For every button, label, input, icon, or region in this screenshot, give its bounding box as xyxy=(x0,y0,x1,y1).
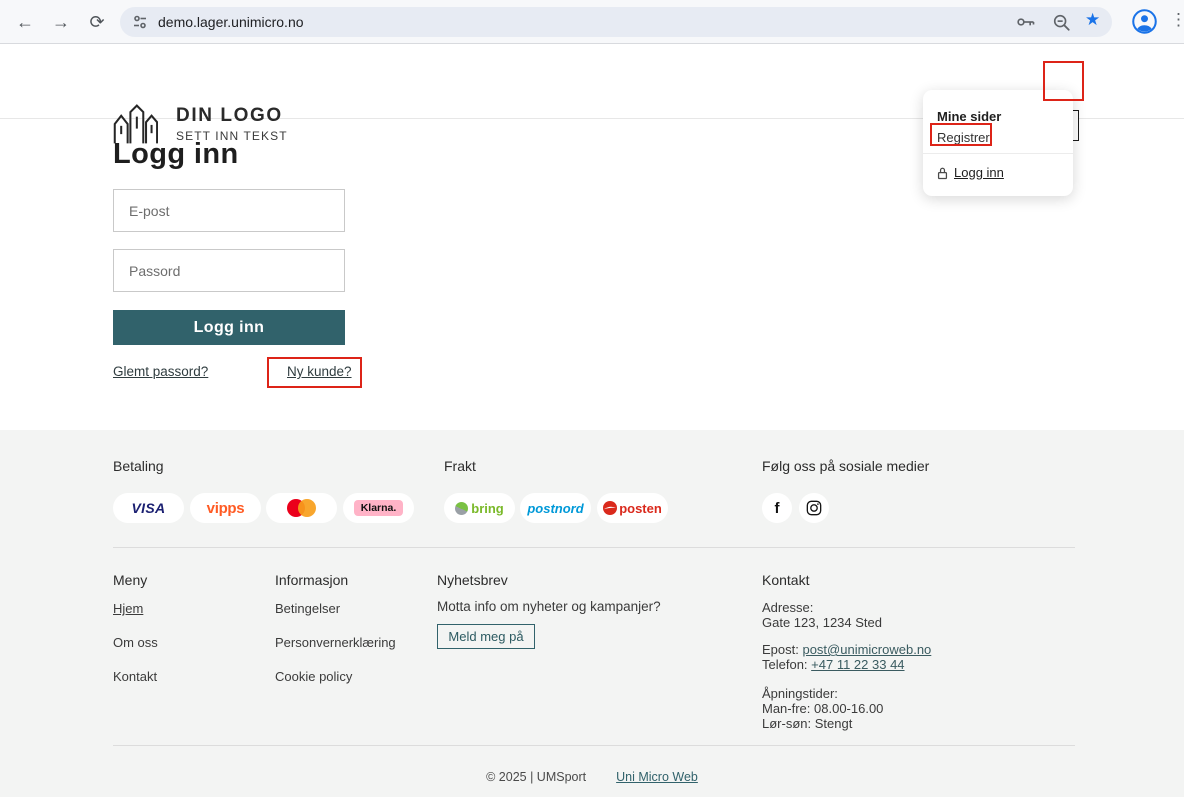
postnord-logo: postnord xyxy=(527,500,584,516)
contact-address: Gate 123, 1234 Sted xyxy=(762,615,882,630)
facebook-icon: f xyxy=(774,499,780,517)
info-link-betingelser[interactable]: Betingelser xyxy=(275,601,340,616)
visa-logo: VISA xyxy=(131,500,166,516)
information-title: Informasjon xyxy=(275,572,349,588)
footer-divider-bottom xyxy=(113,745,1075,746)
logo-title: DIN LOGO xyxy=(176,105,283,126)
address-bar[interactable]: demo.lager.unimicro.no ★ xyxy=(120,7,1112,37)
reload-icon[interactable]: ⟳ xyxy=(84,9,110,35)
footer: Betaling VISA vipps Klarna. Frakt bring … xyxy=(0,430,1184,797)
payment-visa: VISA xyxy=(113,493,184,523)
browser-toolbar: ← → ⟳ demo.lager.unimicro.no ★ ⋮ xyxy=(0,0,1184,44)
menu-title: Meny xyxy=(113,572,148,588)
zoom-out-icon[interactable] xyxy=(1052,13,1071,32)
posten-logo: posten xyxy=(619,500,662,516)
vipps-logo: vipps xyxy=(206,499,245,517)
dropdown-title: Mine sider xyxy=(937,109,1002,124)
contact-hours-weekend: Lør-søn: Stengt xyxy=(762,716,853,731)
credit-link[interactable]: Uni Micro Web xyxy=(616,770,698,784)
contact-phone-link[interactable]: +47 11 22 33 44 xyxy=(811,657,904,672)
account-dropdown: Mine sider Registrer Logg inn xyxy=(923,90,1073,196)
payment-vipps: vipps xyxy=(190,493,261,523)
contact-phone-line: Telefon: +47 11 22 33 44 xyxy=(762,657,905,672)
contact-email-link[interactable]: post@unimicroweb.no xyxy=(802,642,931,657)
instagram-icon xyxy=(806,500,822,516)
payment-title: Betaling xyxy=(113,458,164,474)
contact-hours-label: Åpningstider: xyxy=(762,686,838,701)
instagram-link[interactable] xyxy=(799,493,829,523)
shipping-bring: bring xyxy=(444,493,515,523)
contact-email-line: Epost: post@unimicroweb.no xyxy=(762,642,932,657)
newsletter-signup-button[interactable]: Meld meg på xyxy=(437,624,535,649)
email-field[interactable] xyxy=(113,189,345,232)
url-text: demo.lager.unimicro.no xyxy=(158,14,304,30)
bookmark-star-icon[interactable]: ★ xyxy=(1085,10,1100,30)
forgot-password-link[interactable]: Glemt passord? xyxy=(113,364,208,379)
bring-icon xyxy=(455,501,469,515)
contact-hours-weekdays: Man-fre: 08.00-16.00 xyxy=(762,701,884,716)
register-link[interactable]: Registrer xyxy=(937,130,990,145)
copyright-text: © 2025 | UMSport xyxy=(486,770,587,784)
payment-klarna: Klarna. xyxy=(343,493,414,523)
site-settings-icon[interactable] xyxy=(133,15,147,29)
menu-link-hjem[interactable]: Hjem xyxy=(113,601,143,616)
dropdown-divider xyxy=(923,153,1073,154)
menu-link-om-oss[interactable]: Om oss xyxy=(113,635,158,650)
newsletter-text: Motta info om nyheter og kampanjer? xyxy=(437,599,661,614)
page-title: Logg inn xyxy=(113,138,239,170)
menu-link-kontakt[interactable]: Kontakt xyxy=(113,669,157,684)
contact-title: Kontakt xyxy=(762,572,810,588)
newsletter-title: Nyhetsbrev xyxy=(437,572,508,588)
menu-kebab-icon[interactable]: ⋮ xyxy=(1170,10,1184,30)
profile-icon[interactable] xyxy=(1131,8,1158,35)
social-title: Følg oss på sosiale medier xyxy=(762,458,930,474)
klarna-logo: Klarna. xyxy=(353,500,404,516)
forward-icon[interactable]: → xyxy=(48,9,74,35)
info-link-personvern[interactable]: Personvernerklæring xyxy=(275,635,396,650)
login-button[interactable]: Logg inn xyxy=(113,310,345,345)
dropdown-login-link[interactable]: Logg inn xyxy=(937,165,1004,180)
new-customer-link[interactable]: Ny kunde? xyxy=(287,364,352,379)
password-field[interactable] xyxy=(113,249,345,292)
shipping-posten: posten xyxy=(597,493,668,523)
payment-mastercard xyxy=(266,493,337,523)
info-link-cookie[interactable]: Cookie policy xyxy=(275,669,352,684)
contact-address-label: Adresse: xyxy=(762,600,814,615)
dropdown-login-label: Logg inn xyxy=(954,165,1004,180)
bring-logo: bring xyxy=(471,500,504,516)
shipping-postnord: postnord xyxy=(520,493,591,523)
back-icon[interactable]: ← xyxy=(12,9,38,35)
shipping-title: Frakt xyxy=(444,458,476,474)
posten-icon xyxy=(603,501,618,515)
footer-divider-top xyxy=(113,547,1075,548)
copyright-row: © 2025 | UMSport Uni Micro Web xyxy=(0,770,1184,784)
password-key-icon[interactable] xyxy=(1016,13,1036,31)
lock-icon xyxy=(937,167,948,179)
facebook-link[interactable]: f xyxy=(762,493,792,523)
